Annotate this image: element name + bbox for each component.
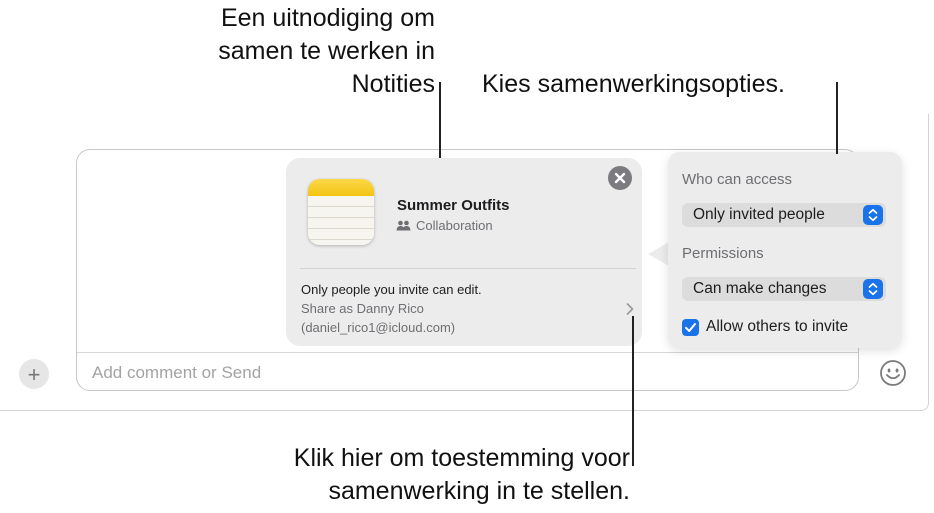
callout-line-options — [836, 82, 838, 154]
card-subtitle: Collaboration — [396, 218, 493, 233]
composer-divider — [77, 352, 858, 353]
share-as-text: Share as Danny Rico — [301, 301, 424, 316]
share-email-text: (daniel_rico1@icloud.com) — [301, 320, 456, 335]
collaboration-card[interactable]: Summer Outfits Collaboration Only people… — [286, 158, 642, 346]
card-subtitle-label: Collaboration — [416, 218, 493, 233]
chevron-right-icon[interactable] — [626, 303, 634, 315]
allow-invite-checkbox[interactable] — [682, 318, 699, 336]
access-select[interactable]: Only invited people — [682, 203, 886, 227]
popover-arrow — [648, 242, 669, 266]
who-can-access-heading: Who can access — [682, 171, 793, 188]
callout-line-permissions — [632, 316, 634, 466]
plus-icon: + — [27, 361, 41, 387]
emoji-button[interactable] — [878, 358, 908, 388]
share-permission-text: Only people you invite can edit. — [301, 282, 482, 297]
people-icon — [396, 220, 411, 231]
checkmark-icon — [685, 322, 696, 332]
permissions-select[interactable]: Can make changes — [682, 277, 886, 301]
access-select-value: Only invited people — [693, 206, 825, 223]
add-attachment-button[interactable]: + — [19, 359, 49, 389]
comment-input[interactable] — [92, 360, 612, 386]
close-card-button[interactable] — [608, 166, 632, 190]
permissions-select-value: Can make changes — [693, 280, 827, 297]
permissions-heading: Permissions — [682, 245, 764, 262]
collaboration-options-popover: Who can access Only invited people Permi… — [668, 152, 902, 348]
emoji-icon — [880, 360, 906, 386]
close-icon — [614, 172, 626, 184]
card-title: Summer Outfits — [397, 197, 510, 214]
allow-invite-label: Allow others to invite — [706, 318, 849, 335]
share-settings-row[interactable]: Only people you invite can edit. Share a… — [286, 269, 642, 346]
select-stepper-icon — [863, 279, 883, 299]
select-stepper-icon — [863, 205, 883, 225]
callout-options-text: Kies samenwerkingsopties. — [482, 70, 785, 98]
allow-others-invite-row[interactable]: Allow others to invite — [682, 318, 848, 336]
callout-line-invite — [439, 82, 441, 158]
callout-permissions-text: Klik hier om toestemming voor samenwerki… — [293, 444, 630, 505]
callout-invite-text: Een uitnodiging om samen te werken in No… — [218, 4, 435, 98]
notes-app-icon — [308, 179, 374, 245]
